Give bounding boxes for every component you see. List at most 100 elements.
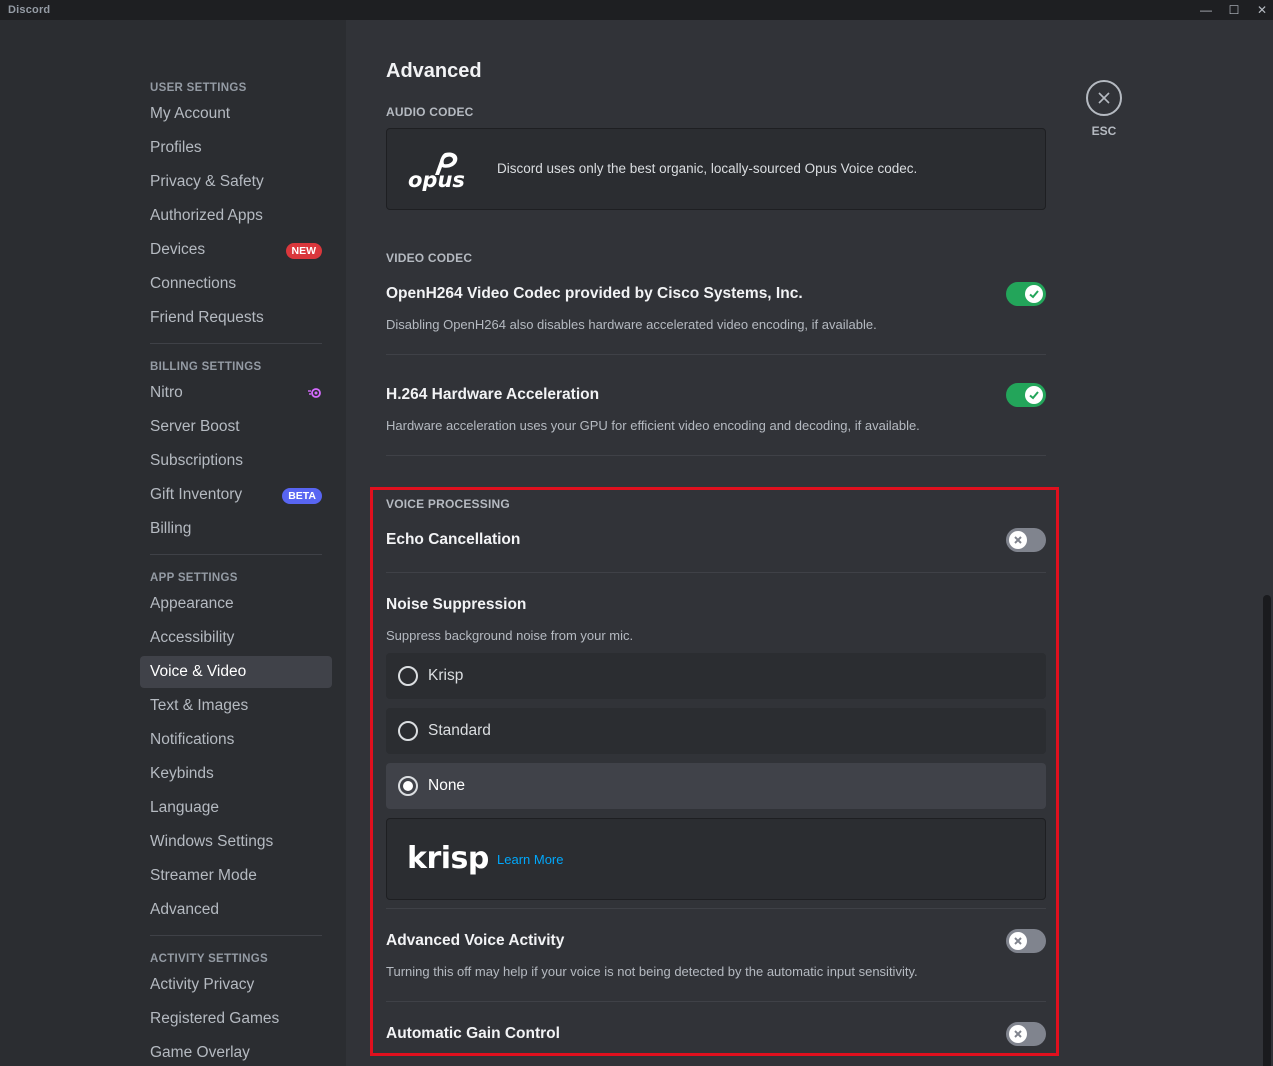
scrollbar[interactable] bbox=[1263, 595, 1271, 1066]
echo-cancellation-toggle[interactable] bbox=[1006, 528, 1046, 552]
category-activity-settings: Activity Settings bbox=[150, 953, 268, 965]
sidebar-separator bbox=[150, 554, 322, 555]
openh264-toggle[interactable] bbox=[1006, 282, 1046, 306]
sidebar-item-connections[interactable]: Connections bbox=[140, 268, 332, 300]
divider bbox=[386, 908, 1046, 909]
advanced-voice-activity-toggle[interactable] bbox=[1006, 929, 1046, 953]
sidebar-item-label: Devices bbox=[150, 241, 206, 258]
sidebar-item-label: Privacy & Safety bbox=[150, 173, 264, 190]
divider bbox=[386, 354, 1046, 355]
sidebar-item-my-account[interactable]: My Account bbox=[140, 98, 332, 130]
sidebar-item-activity-privacy[interactable]: Activity Privacy bbox=[140, 969, 332, 1001]
sidebar-item-label: Gift Inventory bbox=[150, 486, 243, 503]
sidebar-item-label: Profiles bbox=[150, 139, 202, 156]
category-billing-settings: Billing Settings bbox=[150, 361, 262, 373]
sidebar-item-label: Notifications bbox=[150, 731, 235, 748]
echo-cancellation-title: Echo Cancellation bbox=[386, 531, 521, 548]
x-icon bbox=[1009, 531, 1027, 549]
noise-option-standard[interactable]: Standard bbox=[386, 708, 1046, 754]
sidebar-item-nitro[interactable]: Nitro bbox=[140, 377, 332, 409]
sidebar-item-label: Server Boost bbox=[150, 418, 240, 435]
sidebar-item-label: Streamer Mode bbox=[150, 867, 257, 884]
sidebar-item-language[interactable]: Language bbox=[140, 792, 332, 824]
h264-hw-description: Hardware acceleration uses your GPU for … bbox=[386, 418, 920, 433]
sidebar-item-label: Billing bbox=[150, 520, 192, 537]
sidebar-item-authorized-apps[interactable]: Authorized Apps bbox=[140, 200, 332, 232]
minimize-button[interactable]: — bbox=[1192, 0, 1220, 20]
sidebar-item-label: Friend Requests bbox=[150, 309, 264, 326]
automatic-gain-control-toggle[interactable] bbox=[1006, 1022, 1046, 1046]
noise-option-krisp[interactable]: Krisp bbox=[386, 653, 1046, 699]
category-app-settings: App Settings bbox=[150, 572, 238, 584]
close-icon[interactable] bbox=[1086, 80, 1122, 116]
noise-option-label: None bbox=[428, 777, 466, 794]
opus-logo-text: opus bbox=[408, 168, 465, 191]
divider bbox=[386, 455, 1046, 456]
maximize-button[interactable]: ☐ bbox=[1220, 0, 1248, 20]
sidebar-item-keybinds[interactable]: Keybinds bbox=[140, 758, 332, 790]
h264-hw-toggle[interactable] bbox=[1006, 383, 1046, 407]
krisp-banner: krisp Learn More bbox=[386, 818, 1046, 900]
sidebar-item-accessibility[interactable]: Accessibility bbox=[140, 622, 332, 654]
sidebar-item-profiles[interactable]: Profiles bbox=[140, 132, 332, 164]
sidebar-separator bbox=[150, 343, 322, 344]
sidebar-item-label: My Account bbox=[150, 105, 231, 122]
sidebar-item-voice-video[interactable]: Voice & Video bbox=[140, 656, 332, 688]
sidebar-item-label: Windows Settings bbox=[150, 833, 274, 850]
noise-option-none[interactable]: None bbox=[386, 763, 1046, 809]
nitro-icon bbox=[308, 388, 321, 398]
divider bbox=[386, 1001, 1046, 1002]
category-user-settings: User Settings bbox=[150, 82, 247, 94]
section-label-voice-processing: Voice Processing bbox=[386, 497, 510, 511]
check-icon bbox=[1025, 285, 1043, 303]
advanced-voice-activity-description: Turning this off may help if your voice … bbox=[386, 964, 918, 979]
check-icon bbox=[1025, 386, 1043, 404]
sidebar-item-registered-games[interactable]: Registered Games bbox=[140, 1003, 332, 1035]
sidebar-item-label: Subscriptions bbox=[150, 452, 244, 469]
sidebar-item-appearance[interactable]: Appearance bbox=[140, 588, 332, 620]
title-bar: Discord — ☐ ✕ bbox=[0, 0, 1273, 20]
settings-content: Advanced Audio Codec opus Discord uses o… bbox=[346, 20, 1273, 1066]
sidebar-item-label: Accessibility bbox=[150, 629, 235, 646]
noise-suppression-title: Noise Suppression bbox=[386, 596, 527, 613]
sidebar-item-devices[interactable]: Devices NEW bbox=[140, 234, 332, 266]
noise-option-label: Standard bbox=[428, 722, 491, 739]
sidebar-item-label: Voice & Video bbox=[150, 663, 247, 680]
sidebar-item-privacy-safety[interactable]: Privacy & Safety bbox=[140, 166, 332, 198]
sidebar-item-label: Connections bbox=[150, 275, 237, 292]
page-title: Advanced bbox=[386, 60, 482, 82]
sidebar-item-label: Language bbox=[150, 799, 219, 816]
new-badge: NEW bbox=[285, 243, 322, 259]
radio-circle-icon bbox=[398, 666, 418, 686]
sidebar-item-billing[interactable]: Billing bbox=[140, 513, 332, 545]
sidebar-item-text-images[interactable]: Text & Images bbox=[140, 690, 332, 722]
learn-more-link[interactable]: Learn More bbox=[497, 852, 563, 867]
automatic-gain-control-title: Automatic Gain Control bbox=[386, 1025, 560, 1042]
advanced-voice-activity-title: Advanced Voice Activity bbox=[386, 932, 565, 949]
noise-option-label: Krisp bbox=[428, 667, 464, 684]
sidebar-nav: User Settings My Account Profiles Privac… bbox=[140, 78, 332, 1066]
openh264-title: OpenH264 Video Codec provided by Cisco S… bbox=[386, 285, 803, 302]
sidebar-item-label: Activity Privacy bbox=[150, 976, 255, 993]
sidebar-separator bbox=[150, 935, 322, 936]
sidebar-item-friend-requests[interactable]: Friend Requests bbox=[140, 302, 332, 334]
x-icon bbox=[1009, 932, 1027, 950]
sidebar-item-label: Keybinds bbox=[150, 765, 214, 782]
sidebar-item-windows-settings[interactable]: Windows Settings bbox=[140, 826, 332, 858]
sidebar-item-server-boost[interactable]: Server Boost bbox=[140, 411, 332, 443]
x-icon bbox=[1009, 1025, 1027, 1043]
sidebar-item-label: Advanced bbox=[150, 901, 219, 918]
sidebar-item-game-overlay[interactable]: Game Overlay bbox=[140, 1037, 332, 1066]
section-label-video-codec: Video Codec bbox=[386, 251, 473, 265]
esc-label: ESC bbox=[1091, 124, 1117, 138]
close-window-button[interactable]: ✕ bbox=[1248, 0, 1273, 20]
settings-sidebar: User Settings My Account Profiles Privac… bbox=[0, 20, 346, 1066]
h264-hw-title: H.264 Hardware Acceleration bbox=[386, 386, 600, 403]
sidebar-item-advanced[interactable]: Advanced bbox=[140, 894, 332, 926]
sidebar-item-subscriptions[interactable]: Subscriptions bbox=[140, 445, 332, 477]
krisp-logo: krisp bbox=[407, 841, 489, 876]
sidebar-item-gift-inventory[interactable]: Gift Inventory BETA bbox=[140, 479, 332, 511]
sidebar-item-notifications[interactable]: Notifications bbox=[140, 724, 332, 756]
close-settings[interactable]: ESC bbox=[1086, 80, 1122, 138]
sidebar-item-streamer-mode[interactable]: Streamer Mode bbox=[140, 860, 332, 892]
